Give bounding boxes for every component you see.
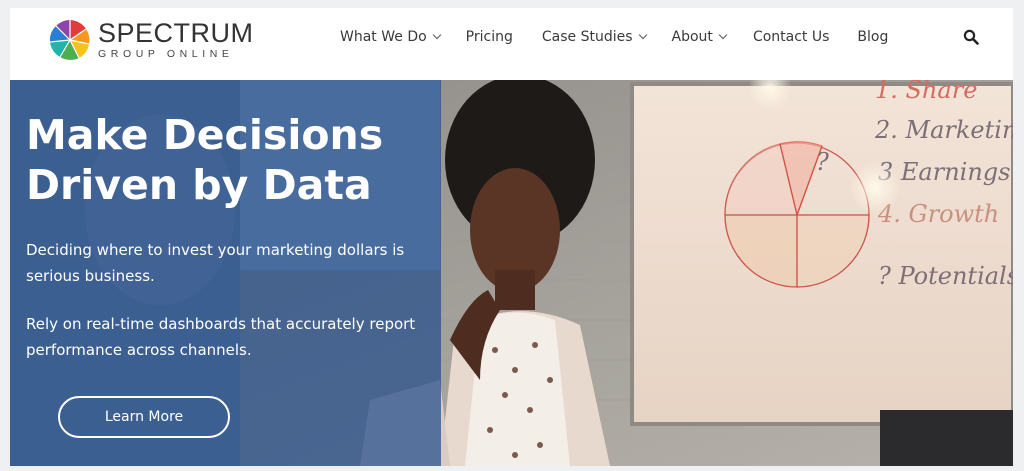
nav-label: Pricing [465,29,513,45]
search-icon[interactable] [963,29,979,45]
nav-item-blog[interactable]: Blog [857,29,888,45]
nav-item-what-we-do[interactable]: What We Do [340,29,441,45]
learn-more-button[interactable]: Learn More [58,396,230,438]
whiteboard-text: ? Potentials [878,262,1013,290]
nav-label: Blog [857,29,889,45]
hero-paragraph-1: Deciding where to invest your marketing … [26,241,405,285]
chevron-down-icon [432,30,441,40]
nav-label: Case Studies [541,29,633,45]
nav-item-about[interactable]: About [671,29,728,45]
nav-item-contact-us[interactable]: Contact Us [753,29,829,45]
whiteboard-text: 2. Marketing [874,116,1013,144]
logo[interactable]: SPECTRUM GROUP ONLINE [48,14,254,66]
hero-section: 1. Share 2. Marketing 3 Earnings 4. Grow… [10,80,1013,466]
whiteboard-text: ? [816,148,829,176]
chevron-down-icon [638,30,647,40]
nav-label: What We Do [340,29,427,45]
logo-title: SPECTRUM [98,18,254,48]
whiteboard-text: 1. Share [875,80,977,104]
hero-title: Make Decisions Driven by Data [26,110,436,210]
hero-paragraph-2: Rely on real-time dashboards that accura… [26,315,416,359]
whiteboard-text: 4. Growth [877,200,999,228]
page-frame: SPECTRUM GROUP ONLINE What We Do Pricing… [10,8,1013,466]
nav-label: About [671,29,713,45]
nav-item-case-studies[interactable]: Case Studies [541,29,647,45]
main-nav: What We Do Pricing Case Studies About Co… [340,8,888,66]
nav-item-pricing[interactable]: Pricing [466,29,513,45]
logo-subtitle: GROUP ONLINE [98,48,234,60]
chevron-down-icon [718,30,728,40]
hero-title-line2: Driven by Data [26,161,372,209]
logo-text: SPECTRUM GROUP ONLINE [98,18,254,61]
site-header: SPECTRUM GROUP ONLINE What We Do Pricing… [10,8,1013,80]
nav-label: Contact Us [752,29,830,45]
hero-title-line1: Make Decisions [26,111,384,159]
spectrum-logo-icon [49,20,90,60]
